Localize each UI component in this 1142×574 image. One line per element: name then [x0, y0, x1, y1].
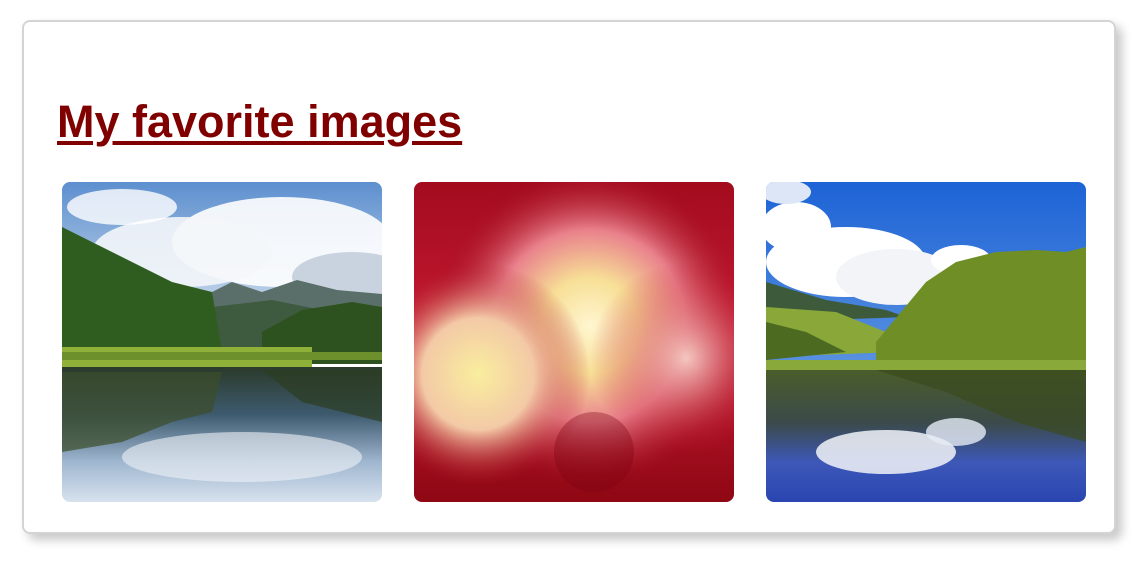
page-title[interactable]: My favorite images: [57, 94, 462, 150]
gallery-image-forest-lake[interactable]: [766, 182, 1086, 502]
mountain-lake-image: [62, 182, 382, 502]
content-card: My favorite images: [22, 20, 1116, 534]
gallery-image-mountain-lake[interactable]: [62, 182, 382, 502]
abstract-bokeh-image: [414, 182, 734, 502]
forest-lake-image: [766, 182, 1086, 502]
gallery-image-abstract-bokeh[interactable]: [414, 182, 734, 502]
image-gallery: [62, 182, 1086, 502]
